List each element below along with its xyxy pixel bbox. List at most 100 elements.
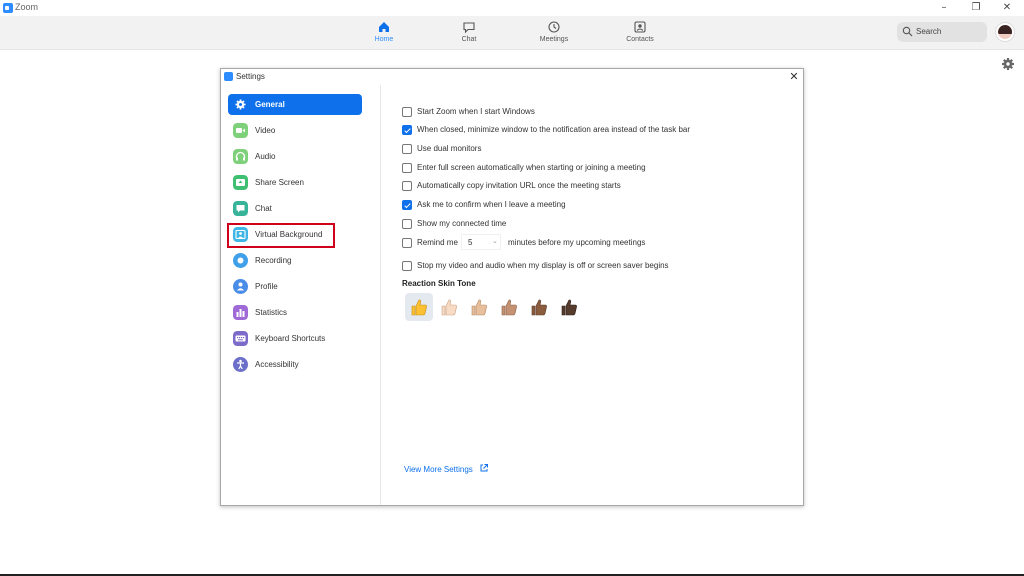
statistics-icon — [233, 305, 248, 320]
sidebar-item-profile[interactable]: Profile — [228, 276, 362, 297]
skin-tone-option[interactable] — [435, 293, 463, 321]
sidebar-item-label: Accessibility — [255, 360, 299, 369]
checkbox[interactable] — [402, 107, 412, 117]
zoom-logo-icon — [3, 3, 13, 13]
option-label: Start Zoom when I start Windows — [417, 107, 535, 116]
skin-tone-title: Reaction Skin Tone — [402, 279, 476, 288]
sidebar-item-chat[interactable]: Chat — [228, 198, 362, 219]
sidebar-item-label: Video — [255, 126, 276, 135]
sidebar-item-video[interactable]: Video — [228, 120, 362, 141]
sidebar-item-label: Keyboard Shortcuts — [255, 334, 326, 343]
profile-icon — [233, 279, 248, 294]
option-copy-invitation-url[interactable]: Automatically copy invitation URL once t… — [402, 180, 792, 192]
tab-chat-label: Chat — [461, 36, 477, 43]
option-dual-monitors[interactable]: Use dual monitors — [402, 143, 792, 155]
sidebar-item-statistics[interactable]: Statistics — [228, 302, 362, 323]
window-titlebar: Zoom – ❐ ✕ — [0, 0, 1024, 16]
thumbs-up-icon — [441, 299, 457, 316]
chat-icon — [233, 201, 248, 216]
restore-button[interactable]: ❐ — [961, 0, 991, 16]
remind-suffix: minutes before my upcoming meetings — [508, 238, 646, 247]
option-confirm-leave[interactable]: Ask me to confirm when I leave a meeting — [402, 199, 792, 211]
option-full-screen[interactable]: Enter full screen automatically when sta… — [402, 162, 792, 174]
settings-titlebar: Settings ✕ — [221, 69, 803, 85]
option-start-with-windows[interactable]: Start Zoom when I start Windows — [402, 106, 792, 118]
tab-home-label: Home — [374, 36, 394, 43]
thumbs-up-icon — [531, 299, 547, 316]
option-label: Enter full screen automatically when sta… — [417, 163, 646, 172]
checkbox[interactable] — [402, 261, 412, 271]
option-label: Use dual monitors — [417, 144, 482, 153]
gear-icon — [235, 99, 246, 110]
clock-icon — [548, 21, 560, 33]
sidebar-item-recording[interactable]: Recording — [228, 250, 362, 271]
option-label: Show my connected time — [417, 219, 507, 228]
video-icon — [233, 123, 248, 138]
skin-tone-option[interactable] — [525, 293, 553, 321]
recording-icon — [233, 253, 248, 268]
minimize-button[interactable]: – — [929, 0, 959, 16]
home-icon — [379, 22, 389, 32]
option-connected-time[interactable]: Show my connected time — [402, 218, 792, 230]
remind-minutes-value: 5 — [468, 238, 473, 247]
thumbs-up-icon — [411, 299, 427, 316]
zoom-logo-icon — [224, 72, 233, 81]
settings-dialog: Settings ✕ General Video Audio Share Scr… — [220, 68, 804, 506]
sidebar-item-keyboard-shortcuts[interactable]: Keyboard Shortcuts — [228, 328, 362, 349]
highlight-annotation — [227, 223, 335, 248]
option-remind-me[interactable]: Remind me 5 ⌄ minutes before my upcoming… — [402, 234, 792, 250]
sidebar-item-label: Chat — [255, 204, 272, 213]
sidebar-item-audio[interactable]: Audio — [228, 146, 362, 167]
tab-meetings[interactable]: Meetings — [524, 20, 584, 48]
checkbox[interactable] — [402, 200, 412, 210]
top-nav: Home Chat Meetings Contacts Search — [0, 16, 1024, 50]
sidebar-item-label: Recording — [255, 256, 292, 265]
gear-icon[interactable] — [1001, 57, 1015, 71]
tab-meetings-label: Meetings — [539, 36, 569, 43]
option-label: Ask me to confirm when I leave a meeting — [417, 200, 566, 209]
skin-tone-option[interactable] — [495, 293, 523, 321]
skin-tone-picker — [402, 293, 602, 321]
window-title: Zoom — [15, 2, 39, 12]
avatar[interactable] — [996, 23, 1014, 41]
contacts-icon — [634, 21, 646, 33]
sidebar-item-general[interactable]: General — [228, 94, 362, 115]
option-label: Stop my video and audio when my display … — [417, 261, 669, 270]
thumbs-up-icon — [471, 299, 487, 316]
checkbox[interactable] — [402, 163, 412, 173]
sidebar-item-label: Profile — [255, 282, 278, 291]
settings-title: Settings — [236, 72, 265, 81]
skin-tone-option[interactable] — [555, 293, 583, 321]
sidebar-item-label: General — [255, 100, 285, 109]
settings-sidebar: General Video Audio Share Screen Chat Vi… — [221, 85, 381, 505]
checkbox[interactable] — [402, 181, 412, 191]
sidebar-item-share-screen[interactable]: Share Screen — [228, 172, 362, 193]
external-link-icon[interactable] — [479, 463, 489, 473]
tab-chat[interactable]: Chat — [439, 20, 499, 48]
close-settings-button[interactable]: ✕ — [787, 70, 801, 84]
tab-home[interactable]: Home — [354, 20, 414, 48]
checkbox[interactable] — [402, 125, 412, 135]
sidebar-item-label: Audio — [255, 152, 276, 161]
close-window-button[interactable]: ✕ — [992, 0, 1022, 16]
option-minimize-to-tray[interactable]: When closed, minimize window to the noti… — [402, 124, 792, 136]
checkbox[interactable] — [402, 238, 412, 248]
search-icon — [902, 26, 913, 37]
checkbox[interactable] — [402, 219, 412, 229]
tab-contacts-label: Contacts — [626, 36, 654, 43]
chevron-down-icon: ⌄ — [492, 237, 498, 245]
sidebar-item-accessibility[interactable]: Accessibility — [228, 354, 362, 375]
view-more-settings-link[interactable]: View More Settings — [404, 465, 473, 474]
tab-contacts[interactable]: Contacts — [610, 20, 670, 48]
checkbox[interactable] — [402, 144, 412, 154]
option-label: When closed, minimize window to the noti… — [417, 125, 691, 134]
sidebar-item-label: Share Screen — [255, 178, 304, 187]
skin-tone-option[interactable] — [465, 293, 493, 321]
search-input[interactable]: Search — [897, 22, 987, 42]
sidebar-item-label: Statistics — [255, 308, 288, 317]
skin-tone-option[interactable] — [405, 293, 433, 321]
remind-minutes-select[interactable]: 5 ⌄ — [461, 234, 501, 250]
option-label: Automatically copy invitation URL once t… — [417, 181, 621, 190]
option-stop-video[interactable]: Stop my video and audio when my display … — [402, 260, 792, 272]
accessibility-icon — [233, 357, 248, 372]
